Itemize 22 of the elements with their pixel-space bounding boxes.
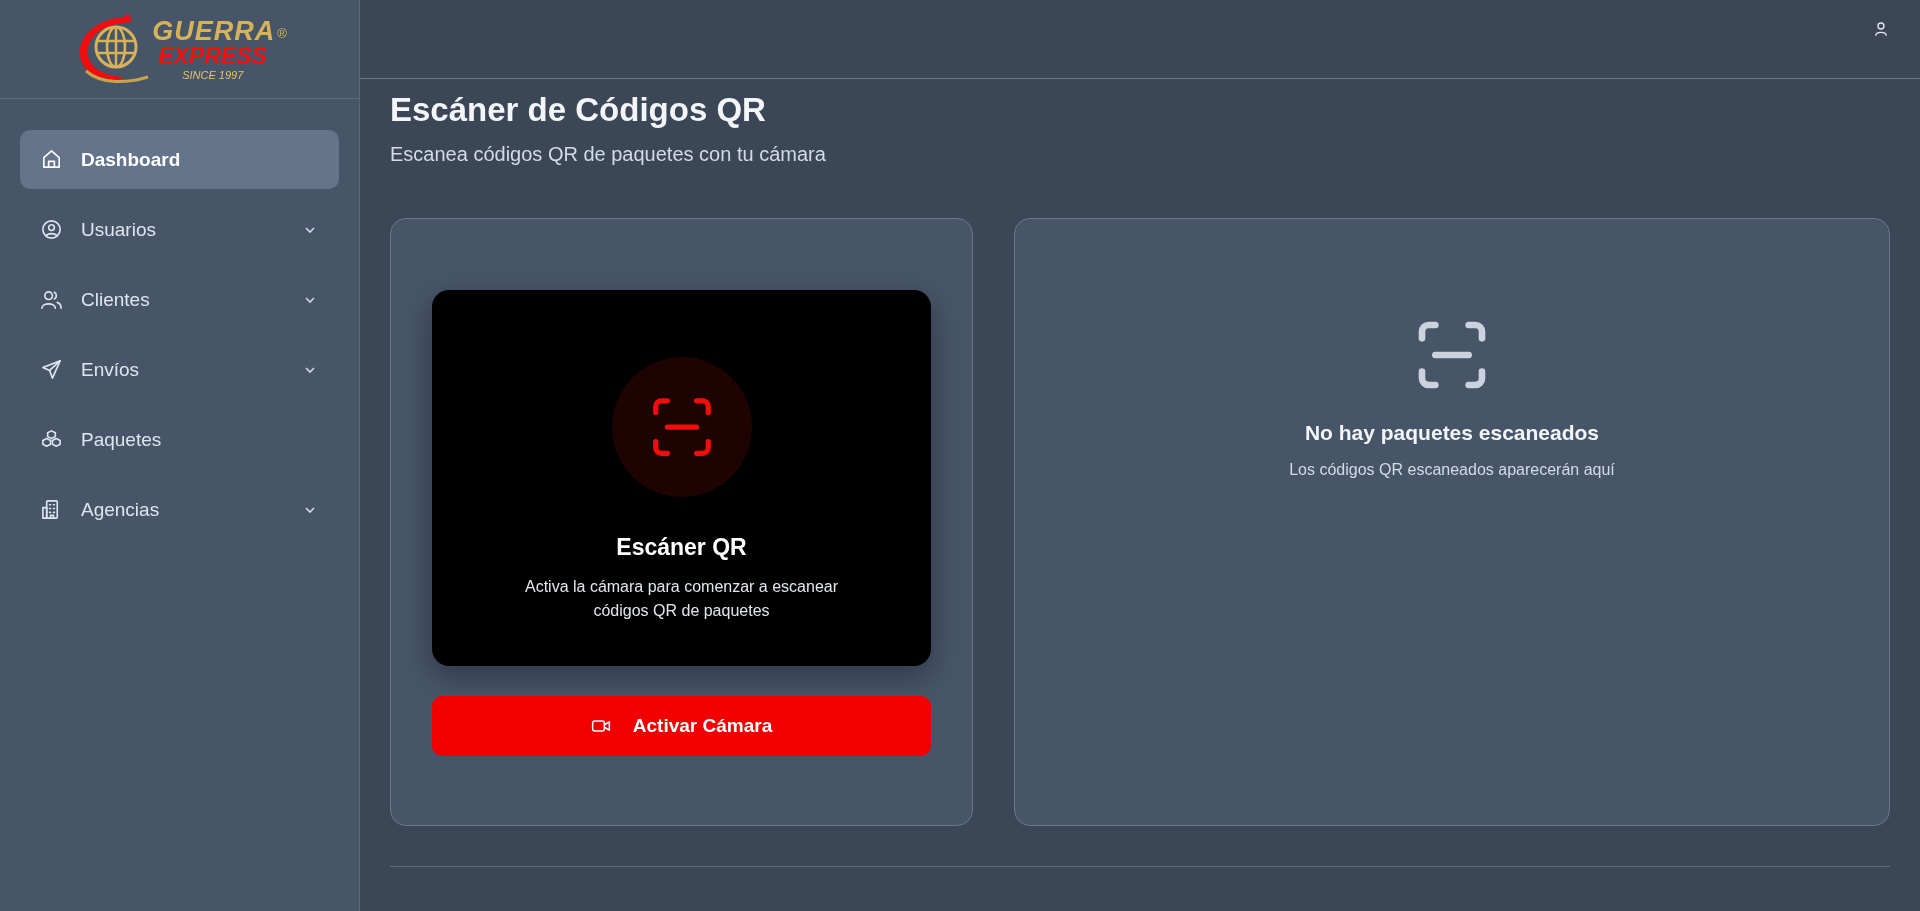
sidebar-item[interactable]: Paquetes [20,410,339,469]
page-title: Escáner de Códigos QR [390,91,767,129]
activate-camera-button[interactable]: Activar Cámara [432,696,931,756]
page-subtitle: Escanea códigos QR de paquetes con tu cámara [390,143,827,166]
home-icon [40,148,63,171]
logo-tagline: SINCE 1997 [182,69,244,81]
empty-state-title: No hay paquetes escaneados [1304,421,1600,445]
user-circle-icon [40,218,63,241]
sidebar-item[interactable]: Usuarios [20,200,339,259]
users-icon [40,288,63,311]
sidebar-item[interactable]: Envíos [20,340,339,399]
sidebar-item[interactable]: Agencias [20,480,339,539]
logo-wordmark: GUERRA [152,17,276,45]
user-icon[interactable] [1872,20,1890,38]
send-icon [40,358,63,381]
empty-state-description: Los códigos QR escaneados aparecerán aquí [1289,461,1615,479]
sidebar-item[interactable]: Dashboard [20,130,339,189]
sidebar-item[interactable]: Clientes [20,270,339,329]
scanner-title: Escáner QR [616,534,747,561]
scanner-description: Activa la cámara para comenzar a escanear códigos QR de paquetes [523,577,839,621]
logo-wordmark: EXPRESS [158,44,267,68]
registered-mark: ® [277,26,287,41]
